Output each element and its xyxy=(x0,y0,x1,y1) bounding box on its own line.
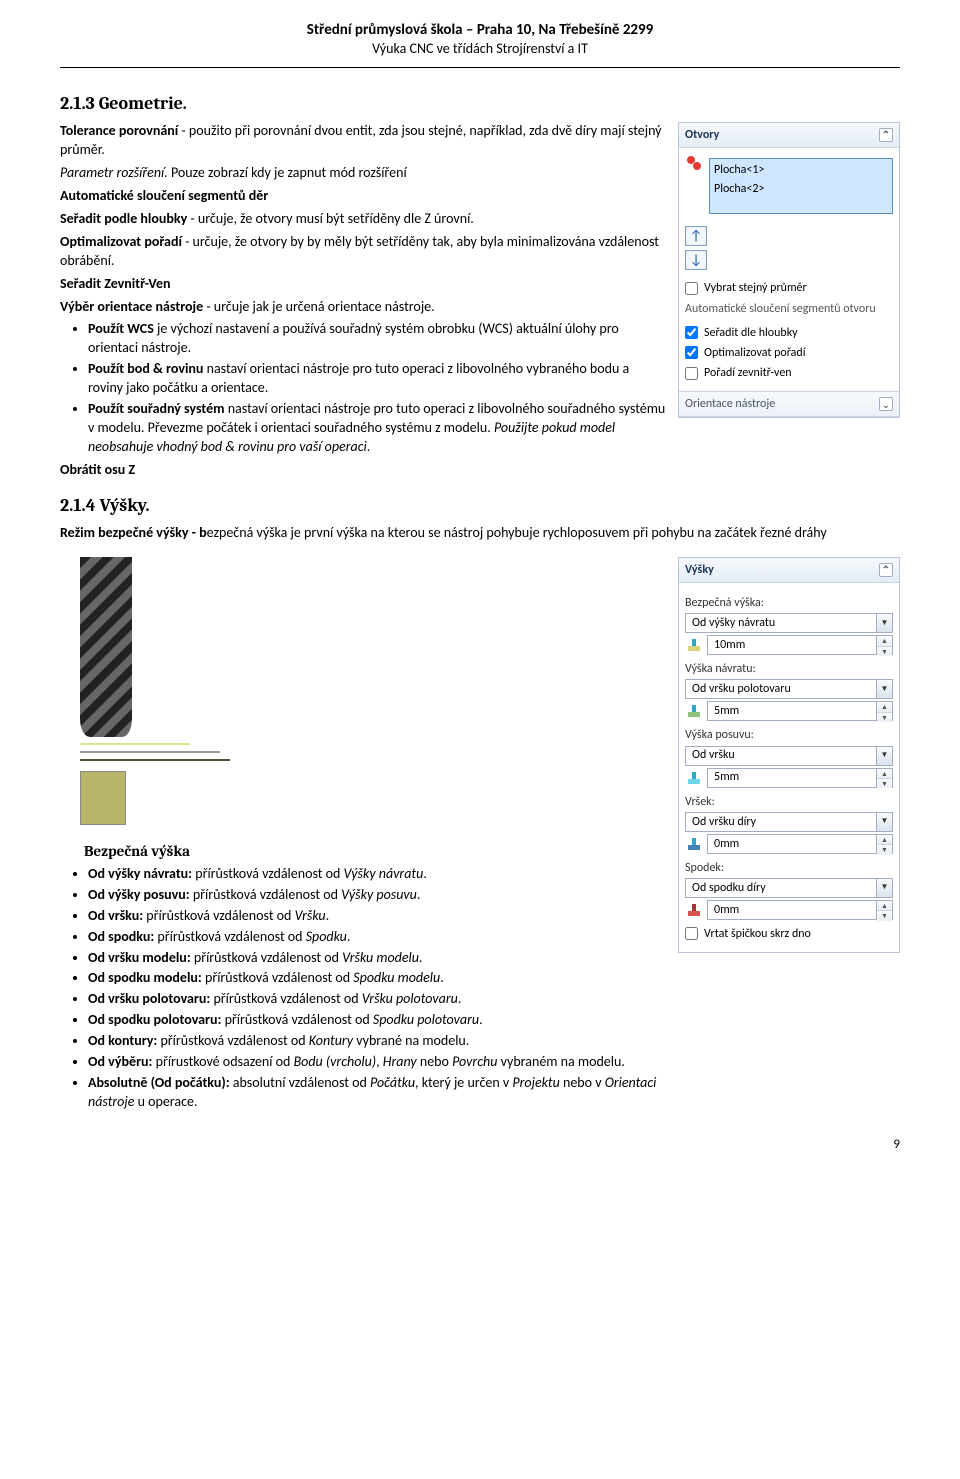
panel-vysky: Výšky ⌃ Bezpečná výška: Od výšky návratu… xyxy=(678,557,900,953)
subsection-tool-orientation[interactable]: Orientace nástroje ⌄ xyxy=(679,391,899,417)
panel-otvory-title: Otvory xyxy=(685,127,719,143)
heading-bezpecna-vyska: Bezpečná výška xyxy=(84,841,678,861)
panel-otvory: Otvory ⌃ Plocha<1> Plocha<2> ↑ ↓ Vybrat … xyxy=(678,122,900,418)
list-bezpecna-vyska: Od výšky návratu: přírůstková vzdálenost… xyxy=(60,865,678,1112)
faces-icon xyxy=(685,154,703,172)
input-top[interactable]: 0mm▲▼ xyxy=(707,834,893,854)
panel-vysky-title: Výšky xyxy=(685,562,714,578)
face-selection-list[interactable]: Plocha<1> Plocha<2> xyxy=(709,158,893,214)
list-item: Použít bod & rovinu nastaví orientaci ná… xyxy=(88,360,666,398)
list-item: Od spodku polotovaru: přírůstková vzdále… xyxy=(88,1011,678,1030)
label-top: Vršek: xyxy=(685,794,893,810)
list-item: Od výšky posuvu: přírůstková vzdálenost … xyxy=(88,886,678,905)
para-optimalizovat: Optimalizovat pořadí - určuje, že otvory… xyxy=(60,233,666,271)
checkbox-optimize-order[interactable]: Optimalizovat pořadí xyxy=(685,345,893,361)
list-item: Použít WCS je výchozí nastavení a použív… xyxy=(88,320,666,358)
move-up-button[interactable]: ↑ xyxy=(685,226,707,246)
height-icon-cyan xyxy=(685,769,703,787)
header-divider xyxy=(60,67,900,68)
para-zevnitr-ven: Seřadit Zevnitř-Ven xyxy=(60,275,666,294)
panel-otvory-header[interactable]: Otvory ⌃ xyxy=(679,123,899,148)
dropdown-retract-height-mode[interactable]: Od vršku polotovaru▼ xyxy=(685,679,893,699)
height-icon-red xyxy=(685,901,703,919)
list-item: Absolutně (Od počátku): absolutní vzdále… xyxy=(88,1074,678,1112)
list-item: Od vršku polotovaru: přírůstková vzdálen… xyxy=(88,990,678,1009)
label-bottom: Spodek: xyxy=(685,860,893,876)
spinner-down-icon[interactable]: ▼ xyxy=(877,845,892,854)
collapse-icon[interactable]: ⌃ xyxy=(879,128,893,142)
spinner-down-icon[interactable]: ▼ xyxy=(877,647,892,656)
list-item: Od vršku modelu: přírůstková vzdálenost … xyxy=(88,949,678,968)
heading-vysky: 2.1.4 Výšky. xyxy=(60,494,900,518)
input-feed-height[interactable]: 5mm▲▼ xyxy=(707,768,893,788)
para-obratit-z: Obrátit osu Z xyxy=(60,461,666,480)
input-safe-height[interactable]: 10mm▲▼ xyxy=(707,635,893,655)
chevron-down-icon[interactable]: ▼ xyxy=(876,879,892,897)
list-item: Použít souřadný systém nastaví orientaci… xyxy=(88,400,666,457)
para-parametr: Parametr rozšíření. Pouze zobrazí kdy je… xyxy=(60,164,666,183)
label-auto-merge: Automatické sloučení segmentů otvoru xyxy=(685,301,893,317)
list-item: Od spodku: přírůstková vzdálenost od Spo… xyxy=(88,928,678,947)
checkbox-drill-through[interactable]: Vrtat špičkou skrz dno xyxy=(685,926,893,942)
input-bottom[interactable]: 0mm▲▼ xyxy=(707,900,893,920)
expand-icon[interactable]: ⌄ xyxy=(879,397,893,411)
face-item[interactable]: Plocha<2> xyxy=(714,180,888,198)
list-item: Od výšky návratu: přírůstková vzdálenost… xyxy=(88,865,678,884)
header-title: Střední průmyslová škola – Praha 10, Na … xyxy=(60,20,900,40)
panel-vysky-header[interactable]: Výšky ⌃ xyxy=(679,558,899,583)
dropdown-top-mode[interactable]: Od vršku díry▼ xyxy=(685,812,893,832)
spinner-down-icon[interactable]: ▼ xyxy=(877,779,892,788)
spinner-up-icon[interactable]: ▲ xyxy=(877,636,892,646)
list-item: Od kontury: přírůstková vzdálenost od Ko… xyxy=(88,1032,678,1051)
chevron-down-icon[interactable]: ▼ xyxy=(876,614,892,632)
chevron-down-icon[interactable]: ▼ xyxy=(876,813,892,831)
height-icon-blue xyxy=(685,835,703,853)
para-seradit-hloubka: Seřadit podle hloubky - určuje, že otvor… xyxy=(60,210,666,229)
collapse-icon[interactable]: ⌃ xyxy=(879,563,893,577)
label-safe-height: Bezpečná výška: xyxy=(685,595,893,611)
label-feed-height: Výška posuvu: xyxy=(685,727,893,743)
face-item[interactable]: Plocha<1> xyxy=(714,161,888,179)
dropdown-feed-height-mode[interactable]: Od vršku▼ xyxy=(685,746,893,766)
para-bezpecna-vyska: Režim bezpečné výšky - bezpečná výška je… xyxy=(60,524,900,543)
chevron-down-icon[interactable]: ▼ xyxy=(876,680,892,698)
para-orientace: Výběr orientace nástroje - určuje jak je… xyxy=(60,298,666,317)
para-tolerance: Tolerance porovnání - použito při porovn… xyxy=(60,122,666,160)
list-item: Od vršku: přírůstková vzdálenost od Vršk… xyxy=(88,907,678,926)
dropdown-safe-height-mode[interactable]: Od výšky návratu▼ xyxy=(685,613,893,633)
page-number: 9 xyxy=(60,1136,900,1154)
list-item: Od výběru: přírustkové odsazení od Bodu … xyxy=(88,1053,678,1072)
spinner-down-icon[interactable]: ▼ xyxy=(877,713,892,722)
heading-geometrie: 2.1.3 Geometrie. xyxy=(60,92,666,116)
input-retract-height[interactable]: 5mm▲▼ xyxy=(707,701,893,721)
checkbox-inside-out[interactable]: Pořadí zevnitř-ven xyxy=(685,365,893,381)
spinner-up-icon[interactable]: ▲ xyxy=(877,835,892,845)
checkbox-same-diameter[interactable]: Vybrat stejný průměr xyxy=(685,280,893,296)
drill-figure xyxy=(80,557,240,825)
section-geometrie-text: 2.1.3 Geometrie. Tolerance porovnání - p… xyxy=(60,82,678,483)
header-subtitle: Výuka CNC ve třídách Strojírenství a IT xyxy=(60,40,900,59)
spinner-up-icon[interactable]: ▲ xyxy=(877,901,892,911)
spinner-down-icon[interactable]: ▼ xyxy=(877,911,892,920)
list-item: Od spodku modelu: přírůstková vzdálenost… xyxy=(88,969,678,988)
move-down-button[interactable]: ↓ xyxy=(685,250,707,270)
dropdown-bottom-mode[interactable]: Od spodku díry▼ xyxy=(685,878,893,898)
spinner-up-icon[interactable]: ▲ xyxy=(877,702,892,712)
height-icon-yellow xyxy=(685,636,703,654)
spinner-up-icon[interactable]: ▲ xyxy=(877,769,892,779)
list-orientace: Použít WCS je výchozí nastavení a použív… xyxy=(60,320,666,456)
chevron-down-icon[interactable]: ▼ xyxy=(876,747,892,765)
checkbox-sort-depth[interactable]: Seřadit dle hloubky xyxy=(685,325,893,341)
para-autoslouceni: Automatické sloučení segmentů děr xyxy=(60,187,666,206)
page-header: Střední průmyslová škola – Praha 10, Na … xyxy=(60,20,900,59)
height-icon-green xyxy=(685,702,703,720)
label-retract-height: Výška návratu: xyxy=(685,661,893,677)
